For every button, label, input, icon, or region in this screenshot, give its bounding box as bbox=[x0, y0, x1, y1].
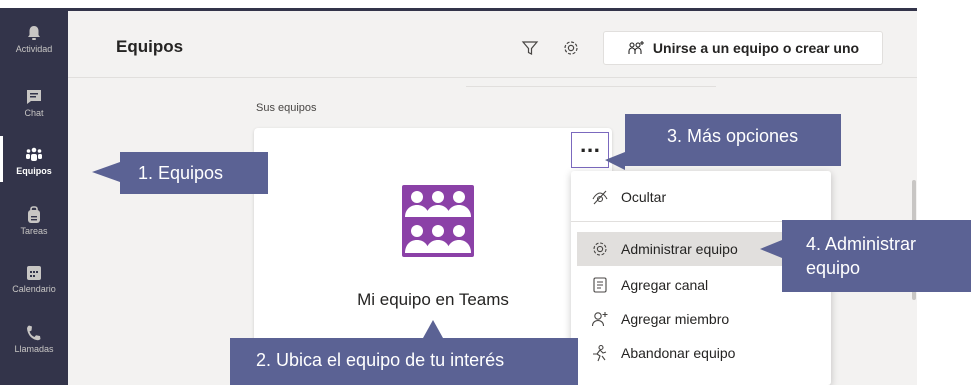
callout-ubica-equipo: 2. Ubica el equipo de tu interés bbox=[230, 338, 578, 385]
join-button-label: Unirse a un equipo o crear uno bbox=[652, 40, 860, 56]
rail-label: Tareas bbox=[20, 226, 48, 236]
rail-label: Chat bbox=[24, 108, 44, 118]
rail-label: Calendario bbox=[12, 284, 56, 294]
section-title: Sus equipos bbox=[256, 102, 317, 114]
menu-item-ocultar[interactable]: Ocultar bbox=[577, 180, 825, 214]
team-people-icon bbox=[405, 191, 471, 253]
rail-label: Equipos bbox=[16, 166, 52, 176]
join-or-create-team-button[interactable]: Unirse a un equipo o crear uno bbox=[603, 31, 883, 65]
chat-icon bbox=[27, 90, 41, 104]
rail-item-calendario[interactable]: Calendario bbox=[0, 248, 68, 306]
header-divider bbox=[466, 86, 716, 87]
calendar-icon bbox=[27, 266, 41, 280]
rail-label: Llamadas bbox=[14, 344, 54, 354]
channel-icon bbox=[593, 277, 607, 293]
callout-3-text: 3. Más opciones bbox=[667, 126, 799, 146]
callout-4-text: 4. Administrar equipo bbox=[806, 234, 917, 278]
callout-equipos: 1. Equipos bbox=[120, 152, 268, 194]
bell-icon bbox=[28, 26, 40, 40]
teams-icon bbox=[26, 147, 42, 161]
menu-item-agregar-miembro[interactable]: Agregar miembro bbox=[577, 302, 825, 336]
tasks-icon bbox=[28, 206, 40, 223]
rail-item-actividad[interactable]: Actividad bbox=[0, 8, 68, 66]
filter-icon[interactable] bbox=[521, 39, 539, 57]
rail-item-llamadas[interactable]: Llamadas bbox=[0, 308, 68, 366]
menu-item-label: Abandonar equipo bbox=[621, 345, 736, 361]
rail-item-chat[interactable]: Chat bbox=[0, 72, 68, 130]
menu-item-label: Agregar canal bbox=[621, 277, 709, 293]
page-header: Equipos Unirse a un equipo o crear uno bbox=[68, 11, 917, 78]
team-avatar bbox=[402, 185, 474, 257]
team-name: Mi equipo en Teams bbox=[357, 290, 509, 309]
rail-item-tareas[interactable]: Tareas bbox=[0, 190, 68, 248]
rail-label: Actividad bbox=[15, 44, 53, 54]
page-title: Equipos bbox=[116, 37, 184, 56]
add-member-icon bbox=[591, 312, 608, 327]
gear-icon bbox=[593, 242, 607, 256]
gear-icon[interactable] bbox=[562, 39, 580, 57]
app-rail: Actividad Chat Equipos Tareas Calendario… bbox=[0, 8, 68, 385]
callout-mas-opciones: 3. Más opciones bbox=[625, 114, 841, 166]
leave-icon bbox=[593, 344, 607, 362]
add-team-icon bbox=[628, 41, 644, 54]
hide-icon bbox=[592, 190, 608, 205]
menu-item-label: Administrar equipo bbox=[621, 241, 738, 257]
menu-item-label: Ocultar bbox=[621, 189, 667, 205]
ellipsis-icon: ... bbox=[579, 135, 601, 157]
menu-item-label: Agregar miembro bbox=[621, 311, 730, 327]
more-options-button[interactable]: ... bbox=[571, 132, 609, 168]
callout-2-text: 2. Ubica el equipo de tu interés bbox=[256, 350, 505, 370]
rail-item-equipos[interactable]: Equipos bbox=[0, 130, 68, 188]
callout-1-text: 1. Equipos bbox=[138, 163, 224, 183]
menu-item-abandonar-equipo[interactable]: Abandonar equipo bbox=[577, 336, 825, 370]
phone-icon bbox=[27, 325, 41, 341]
callout-administrar-equipo: 4. Administrar equipo bbox=[782, 220, 971, 292]
